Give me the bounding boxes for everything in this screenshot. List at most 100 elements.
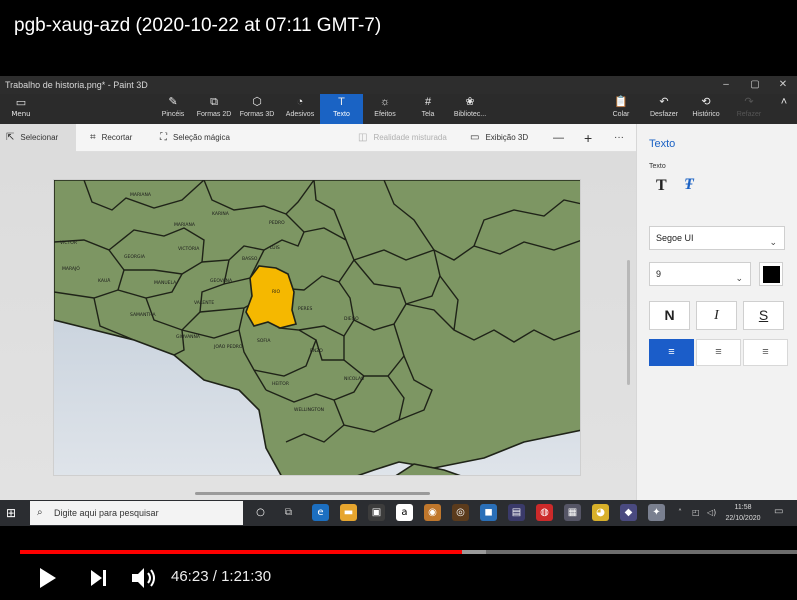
minimize-button[interactable]: – [713,78,739,92]
region-label: VICTOR [60,240,77,246]
tool-brushes[interactable]: ✎ Pincéis [158,94,188,124]
next-icon[interactable] [90,569,108,587]
highlighted-region[interactable] [245,265,297,329]
maximize-button[interactable]: ▢ [742,78,768,92]
text-2d-icon[interactable]: T [656,177,667,195]
more-options-button[interactable]: ··· [614,124,624,152]
app-icon[interactable]: ▤ [508,504,525,521]
taskbar-clock[interactable]: 11:58 22/10/2020 [721,502,765,524]
file-explorer-icon[interactable]: ▬ [340,504,357,521]
map-svg: VICTOR MARAJÓ KARINA PEDRO LUIS GEORGIA … [54,180,580,475]
history-button[interactable]: ⟲ Histórico [688,94,724,124]
menu-button[interactable]: ▭ Menu [4,95,38,123]
notification-icon[interactable]: ▭ [774,506,783,517]
strikethrough-button[interactable]: S [743,301,784,330]
map-image[interactable]: VICTOR MARAJÓ KARINA PEDRO LUIS GEORGIA … [53,179,581,476]
tool-effects[interactable]: ☼ Efeitos [368,94,402,124]
font-family-select[interactable]: Segoe UI ⌄ [649,226,785,250]
app-icon[interactable]: ◉ [424,504,441,521]
redo-button[interactable]: ↷ Refazer [732,94,766,124]
region-label: LUIS [270,245,280,251]
region-label: MANUELA [154,280,177,286]
region-label: KAUÃ [98,277,111,284]
volume-icon[interactable]: ◁) [707,508,716,517]
region-label: NICOLAS [344,376,364,382]
text-3d-icon[interactable]: Ŧ [684,176,694,194]
app-icon[interactable]: ◼ [480,504,497,521]
vertical-scrollbar[interactable] [627,260,630,385]
store-icon[interactable]: ▣ [368,504,385,521]
sub-toolbar: ⇱ Selecionar ⌗ Recortar ⛶ Seleção mágica ◫ R… [0,124,636,152]
region-label: MARAJÓ [62,265,80,272]
chrome-icon[interactable]: ◕ [592,504,609,521]
search-placeholder: Digite aqui para pesquisar [54,508,159,518]
tool-canvas[interactable]: # Tela [414,94,442,124]
tool-canvas-label: Tela [421,111,435,118]
volume-icon[interactable] [130,566,158,590]
mixed-reality-label: Realidade misturada [373,133,447,142]
tool-stickers[interactable]: ◔ Adesivos [282,94,318,124]
app-icon[interactable]: ◎ [452,504,469,521]
video-player-frame: pgb-xaug-azd (2020-10-22 at 07:11 GMT-7)… [0,0,797,600]
chevron-down-icon: ⌄ [769,237,777,247]
window-title: Trabalho de historia.png* - Paint 3D [5,80,148,90]
align-left-button[interactable]: ≡ [649,339,694,366]
paste-button[interactable]: 📋 Colar [608,94,634,124]
video-time: 46:23 / 1:21:30 [171,568,271,585]
amazon-icon[interactable]: a [396,504,413,521]
tool-stickers-label: Adesivos [285,111,315,118]
horizontal-scrollbar[interactable] [195,492,430,495]
edge-icon[interactable]: e [312,504,329,521]
panel-title: Texto [649,138,676,150]
windows-start-icon[interactable]: ⊞ [6,506,16,520]
region-label: RIO [272,289,280,295]
canvas-area[interactable]: VICTOR MARAJÓ KARINA PEDRO LUIS GEORGIA … [0,152,636,500]
undo-button[interactable]: ↶ Desfazer [646,94,682,124]
paint3d-window: Trabalho de historia.png* - Paint 3D – ▢… [0,76,797,500]
view-3d-button[interactable]: ▭ Exibição 3D [470,124,528,152]
video-progress-bar[interactable] [20,550,797,554]
close-button[interactable]: ✕ [770,78,796,92]
app-icon[interactable]: ▦ [564,504,581,521]
align-center-button[interactable]: ≡ [696,339,741,366]
cortana-icon[interactable]: ○ [252,504,269,521]
font-size-select[interactable]: 9 ⌄ [649,262,751,286]
undo-icon: ↶ [659,96,669,108]
effects-icon: ☼ [379,96,391,108]
tool-library[interactable]: ❀ Bibliotec... [449,94,491,124]
tool-shapes-3d[interactable]: ⬡ Formas 3D [237,94,277,124]
tool-library-label: Bibliotec... [453,111,487,118]
paint3d-icon[interactable]: ◆ [620,504,637,521]
zoom-in-button[interactable]: + [584,124,592,152]
video-title: pgb-xaug-azd (2020-10-22 at 07:11 GMT-7) [14,15,382,36]
app-icon[interactable]: ✦ [648,504,665,521]
region-label: ENZO [310,348,323,354]
task-view-icon[interactable]: ⧉ [280,504,297,521]
network-icon[interactable]: ◰ [692,508,700,517]
history-label: Histórico [692,111,720,118]
magic-select-button[interactable]: ⛶ Seleção mágica [160,124,230,152]
app-icon[interactable]: ◍ [536,504,553,521]
zoom-out-button[interactable]: — [553,124,564,152]
collapse-ribbon-button[interactable]: ˄ [774,94,794,124]
play-icon[interactable] [38,567,58,589]
tool-shapes-2d[interactable]: ⧉ Formas 2D [194,94,234,124]
tray-chevron-icon[interactable]: ˄ [678,508,682,517]
italic-button[interactable]: I [696,301,737,330]
crop-label: Recortar [101,133,133,142]
select-button[interactable]: ⇱ Selecionar [0,124,76,152]
taskbar-search[interactable]: ⌕ Digite aqui para pesquisar [30,501,243,525]
tool-shapes-3d-label: Formas 3D [239,111,275,118]
panel-subtitle: Texto [649,163,666,170]
undo-label: Desfazer [649,111,678,118]
tool-text[interactable]: T Texto [320,94,363,124]
crop-icon: ⌗ [90,132,96,143]
text-color-swatch[interactable] [759,262,783,286]
mixed-reality-button[interactable]: ◫ Realidade misturada [358,124,447,152]
crop-button[interactable]: ⌗ Recortar [90,124,132,152]
color-fill [763,266,780,283]
align-right-button[interactable]: ≡ [743,339,788,366]
windows-taskbar: ⊞ ⌕ Digite aqui para pesquisar ○ ⧉ e ▬ ▣… [0,500,797,526]
bold-button[interactable]: N [649,301,690,330]
time-total: 1:21:30 [221,568,272,585]
